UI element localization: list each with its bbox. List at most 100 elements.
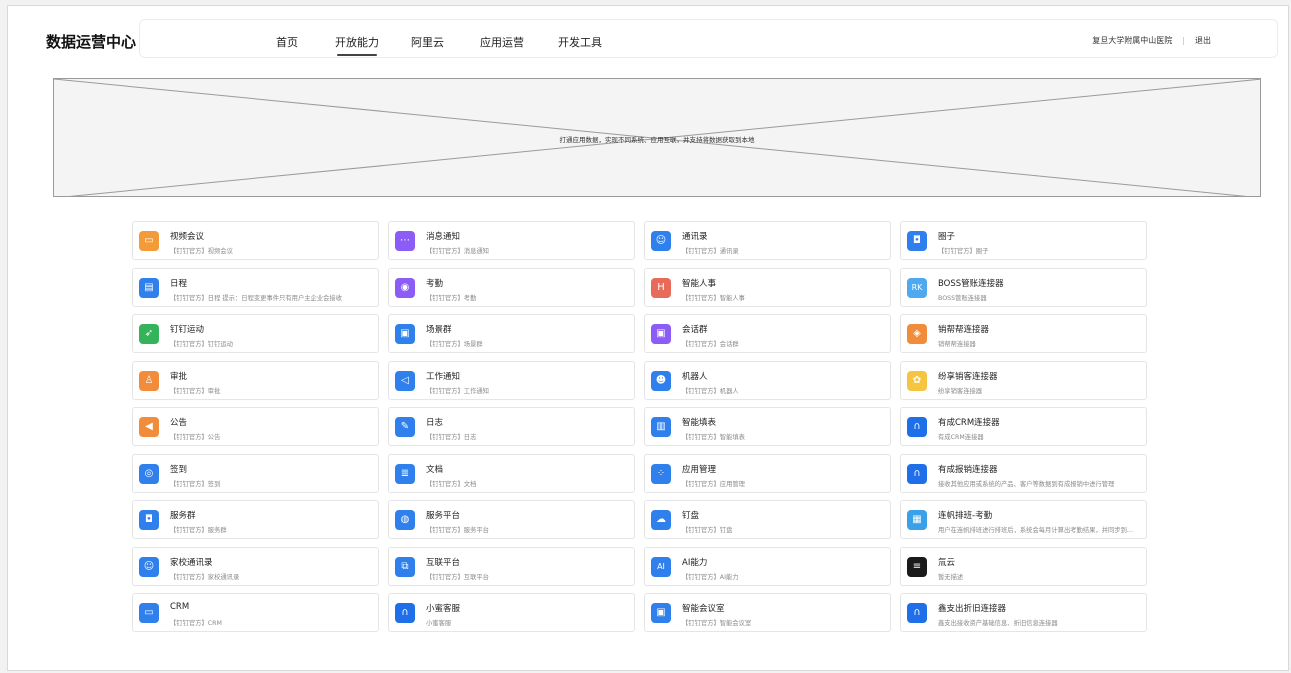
capability-card[interactable]: ▭ CRM 【钉钉官方】CRM: [132, 593, 379, 632]
capability-card[interactable]: ▭ 视频会议 【钉钉官方】视频会议: [132, 221, 379, 260]
capability-card[interactable]: ▣ 智能会议室 【钉钉官方】智能会议室: [644, 593, 891, 632]
card-title: 消息通知: [426, 232, 461, 242]
card-title: 氚云: [938, 557, 956, 568]
stamp-icon: ♙: [139, 370, 159, 391]
capability-card[interactable]: RK BOSS管账连接器 BOSS管账连接器: [900, 267, 1147, 307]
log-icon: ✎: [395, 417, 415, 437]
capability-card[interactable]: ≣ 文档 【钉钉官方】文档: [388, 453, 635, 493]
card-description: 纷享销客连接器: [938, 387, 983, 395]
school-contacts-icon: ☺: [139, 556, 159, 577]
card-title: 签到: [170, 464, 188, 475]
card-title: 有成报销连接器: [938, 464, 998, 475]
card-title: 场景群: [426, 325, 452, 335]
capability-card[interactable]: ♙ 审批 【钉钉官方】审批: [132, 360, 379, 400]
user-area: 复旦大学附属中山医院 | 退出: [1092, 35, 1211, 46]
capability-card[interactable]: ∩ 有成CRM连接器 有成CRM连接器: [900, 407, 1147, 446]
capability-card[interactable]: ≡ 氚云 暂无描述: [900, 546, 1147, 586]
card-description: 【钉钉官方】圈子: [938, 248, 989, 255]
capability-card[interactable]: ☺ 通讯录 【钉钉官方】通讯录: [644, 221, 891, 260]
capability-card[interactable]: ◁ 工作通知 【钉钉官方】工作通知: [388, 360, 635, 400]
card-title: CRM: [170, 602, 190, 612]
nav-item-dev-tools[interactable]: 开发工具: [558, 34, 602, 50]
nav-item-aliyun[interactable]: 阿里云: [411, 34, 444, 50]
card-title: 考勤: [426, 278, 444, 289]
headset-icon: ∩: [907, 417, 927, 437]
capability-card[interactable]: ✿ 纷享销客连接器 纷享销客连接器: [900, 360, 1147, 400]
capability-grid: ▭ 视频会议 【钉钉官方】视频会议 ⋯ 消息通知 【钉钉官方】消息通知 ☺ 通讯录 【钉钉官方】…: [132, 221, 1147, 632]
card-title: 日志: [426, 418, 444, 428]
nav-item-open-capabilities[interactable]: 开放能力: [335, 34, 379, 56]
capability-card[interactable]: ▦ 连帆排班-考勤 用户在连帆排班进行排班后，系统会每月计算出考勤结果，并同步到钉钉: [900, 500, 1147, 539]
card-title: 服务群: [170, 511, 196, 521]
separator: |: [1182, 36, 1185, 45]
card-title: BOSS管账连接器: [938, 278, 1004, 289]
card-description: 【钉钉官方】场景群: [426, 341, 483, 348]
card-title: 服务平台: [426, 511, 461, 521]
capability-card[interactable]: ☺ 家校通讯录【钉钉官方】家校通讯录: [132, 546, 379, 586]
capability-card[interactable]: ▣ 场景群 【钉钉官方】场景群: [388, 314, 635, 353]
nav-item-app-operations[interactable]: 应用运营: [480, 34, 524, 50]
card-description: 【钉钉官方】工作通知: [426, 387, 489, 395]
card-description: 【钉钉官方】AI能力: [682, 573, 739, 581]
org-name[interactable]: 复旦大学附属中山医院: [1092, 36, 1172, 45]
card-title: 智能会议室: [682, 604, 725, 614]
card-title: 应用管理: [682, 464, 717, 475]
capability-card[interactable]: AI AI能力 【钉钉官方】AI能力: [644, 546, 891, 586]
document-icon: ≣: [395, 463, 415, 484]
card-title: 纷享销客连接器: [938, 371, 998, 382]
speaker-icon: ◁: [395, 370, 415, 391]
card-title: 家校通讯录: [170, 557, 213, 568]
capability-card[interactable]: H 智能人事 【钉钉官方】智能人事: [644, 267, 891, 307]
capability-card[interactable]: ◉ 考勤 【钉钉官方】考勤: [388, 267, 635, 307]
card-description: 【钉钉官方】签到: [170, 480, 221, 488]
capability-card[interactable]: ⧉ 互联平台 【钉钉官方】互联平台: [388, 546, 635, 586]
bookmark-icon: ◘: [907, 231, 927, 251]
hr-icon: H: [651, 277, 671, 298]
nav-item-home[interactable]: 首页: [276, 34, 298, 50]
card-description: 【钉钉官方】服务群: [170, 527, 227, 534]
schedule-icon: ▦: [907, 510, 927, 530]
card-title: 通讯录: [682, 232, 708, 242]
card-title: 圈子: [938, 232, 956, 242]
capability-card[interactable]: ∩ 小蜜客服 小蜜客服: [388, 593, 635, 632]
capability-card[interactable]: ◀ 公告 【钉钉官方】公告: [132, 407, 379, 446]
card-title: 公告: [170, 418, 188, 428]
capability-card[interactable]: ☻ 机器人 【钉钉官方】机器人: [644, 360, 891, 400]
chart-icon: ▥: [651, 417, 671, 437]
capability-card[interactable]: ◎ 签到 【钉钉官方】签到: [132, 453, 379, 493]
capability-card[interactable]: ⁘ 应用管理 【钉钉官方】应用管理: [644, 453, 891, 493]
headset-icon: ∩: [907, 603, 927, 623]
capability-card[interactable]: ∩ 有成报销连接器 接收其他应用或系统的产品、客户等数据到有成报销中进行管理: [900, 453, 1147, 493]
capability-card[interactable]: ◈ 销帮帮连接器 销帮帮连接器: [900, 314, 1147, 353]
card-description: 销帮帮连接器: [938, 341, 976, 348]
message-icon: ⋯: [395, 231, 415, 251]
megaphone-icon: ◀: [139, 417, 159, 437]
card-title: 销帮帮连接器: [938, 325, 990, 335]
card-description: 用户在连帆排班进行排班后，系统会每月计算出考勤结果，并同步到钉钉: [938, 527, 1138, 534]
card-description: 【钉钉官方】通讯录: [682, 248, 739, 255]
capability-card[interactable]: ▥ 智能填表 【钉钉官方】智能填表: [644, 407, 891, 446]
top-nav-bar: 首页 开放能力 阿里云 应用运营 开发工具 复旦大学附属中山医院 | 退出: [139, 19, 1278, 58]
card-description: 【钉钉官方】服务平台: [426, 527, 489, 534]
capability-card[interactable]: ✎ 日志【钉钉官方】日志: [388, 407, 635, 446]
capability-card[interactable]: ➶ 钉钉运动 【钉钉官方】钉钉运动: [132, 314, 379, 353]
card-description: 【钉钉官方】日志: [426, 434, 477, 441]
card-title: 智能填表: [682, 418, 717, 428]
logout-link[interactable]: 退出: [1195, 36, 1211, 45]
capability-card[interactable]: ▤ 日程 【钉钉官方】日程 提示：日程变更事件只有用户主企业会接收: [132, 267, 379, 307]
folder-icon: ▭: [139, 603, 159, 623]
capability-card[interactable]: ◘ 圈子【钉钉官方】圈子: [900, 221, 1147, 260]
card-description: 【钉钉官方】CRM: [170, 620, 222, 627]
card-title: 文档: [426, 464, 444, 475]
capability-card[interactable]: ◘ 服务群 【钉钉官方】服务群: [132, 500, 379, 539]
capability-card[interactable]: ◍ 服务平台 【钉钉官方】服务平台: [388, 500, 635, 539]
card-description: 【钉钉官方】家校通讯录: [170, 573, 240, 581]
capability-card[interactable]: ⋯ 消息通知 【钉钉官方】消息通知: [388, 221, 635, 260]
card-title: 鑫支出折旧连接器: [938, 604, 1007, 614]
capability-card[interactable]: ∩ 鑫支出折旧连接器 鑫支出接收资产基础信息、折旧信息连接器: [900, 593, 1147, 632]
card-title: 会话群: [682, 325, 708, 335]
capability-card[interactable]: ▣ 会话群 【钉钉官方】会话群: [644, 314, 891, 353]
capability-card[interactable]: ☁ 钉盘 【钉钉官方】钉盘: [644, 500, 891, 539]
running-icon: ➶: [139, 324, 159, 344]
card-description: 【钉钉官方】日程 提示：日程变更事件只有用户主企业会接收: [170, 294, 343, 302]
